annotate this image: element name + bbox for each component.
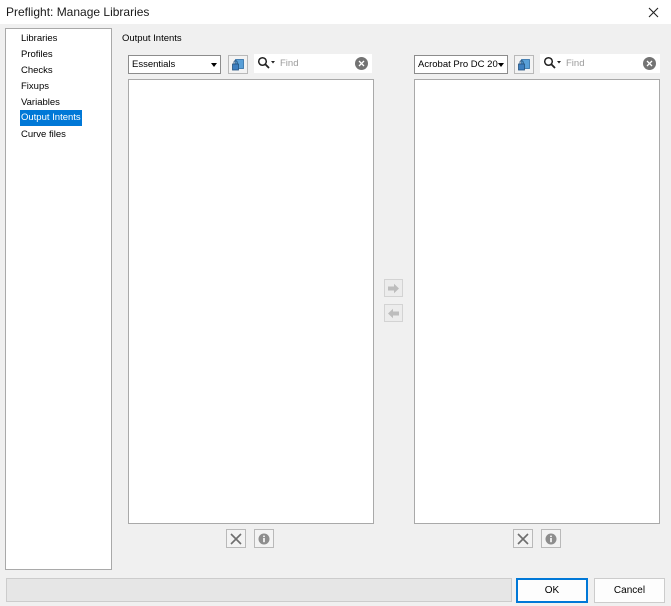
sidebar-nav: Libraries Profiles Checks Fixups Variabl… <box>5 28 112 570</box>
delete-x-icon <box>230 532 242 545</box>
left-clear-search-icon[interactable] <box>355 57 368 70</box>
search-icon <box>543 56 561 69</box>
sidebar-item-libraries[interactable]: Libraries <box>20 32 58 46</box>
left-library-select-value: Essentials <box>132 59 176 70</box>
chevron-down-icon <box>211 63 217 67</box>
right-lock-library-button[interactable] <box>514 55 534 74</box>
sidebar-item-checks[interactable]: Checks <box>20 64 54 78</box>
left-library-select[interactable]: Essentials <box>128 55 221 74</box>
window-title: Preflight: Manage Libraries <box>6 5 150 19</box>
sidebar-item-curve-files[interactable]: Curve files <box>20 128 67 142</box>
right-library-select[interactable]: Acrobat Pro DC 20 <box>414 55 508 74</box>
info-icon <box>545 533 557 544</box>
right-search-box[interactable]: Find <box>540 54 660 73</box>
title-bar: Preflight: Manage Libraries <box>0 0 671 24</box>
delete-x-icon <box>517 532 529 545</box>
sidebar-item-variables[interactable]: Variables <box>20 96 61 110</box>
library-lock-icon <box>518 58 530 70</box>
right-clear-search-icon[interactable] <box>643 57 656 70</box>
left-delete-button[interactable] <box>226 529 246 548</box>
right-info-button[interactable] <box>541 529 561 548</box>
left-search-box[interactable]: Find <box>254 54 372 73</box>
move-left-button[interactable] <box>384 304 403 322</box>
right-library-select-value: Acrobat Pro DC 20 <box>418 59 498 70</box>
sidebar-item-fixups[interactable]: Fixups <box>20 80 50 94</box>
close-icon <box>648 7 658 17</box>
cancel-button[interactable]: Cancel <box>594 578 665 603</box>
arrow-left-icon <box>388 308 399 318</box>
search-icon <box>257 56 275 69</box>
right-output-intents-list[interactable] <box>414 79 660 524</box>
sidebar-item-output-intents[interactable]: Output Intents <box>20 110 82 126</box>
left-output-intents-list[interactable] <box>128 79 374 524</box>
chevron-down-icon <box>498 63 504 67</box>
left-info-button[interactable] <box>254 529 274 548</box>
library-lock-icon <box>232 58 244 70</box>
move-right-button[interactable] <box>384 279 403 297</box>
info-icon <box>258 533 270 544</box>
section-title: Output Intents <box>122 33 182 44</box>
left-search-placeholder: Find <box>280 58 299 69</box>
close-button[interactable] <box>635 0 671 24</box>
sidebar-item-profiles[interactable]: Profiles <box>20 48 54 62</box>
right-delete-button[interactable] <box>513 529 533 548</box>
right-search-placeholder: Find <box>566 58 585 69</box>
status-bar <box>6 578 512 602</box>
ok-button[interactable]: OK <box>516 578 588 603</box>
left-lock-library-button[interactable] <box>228 55 248 74</box>
arrow-right-icon <box>388 283 399 293</box>
